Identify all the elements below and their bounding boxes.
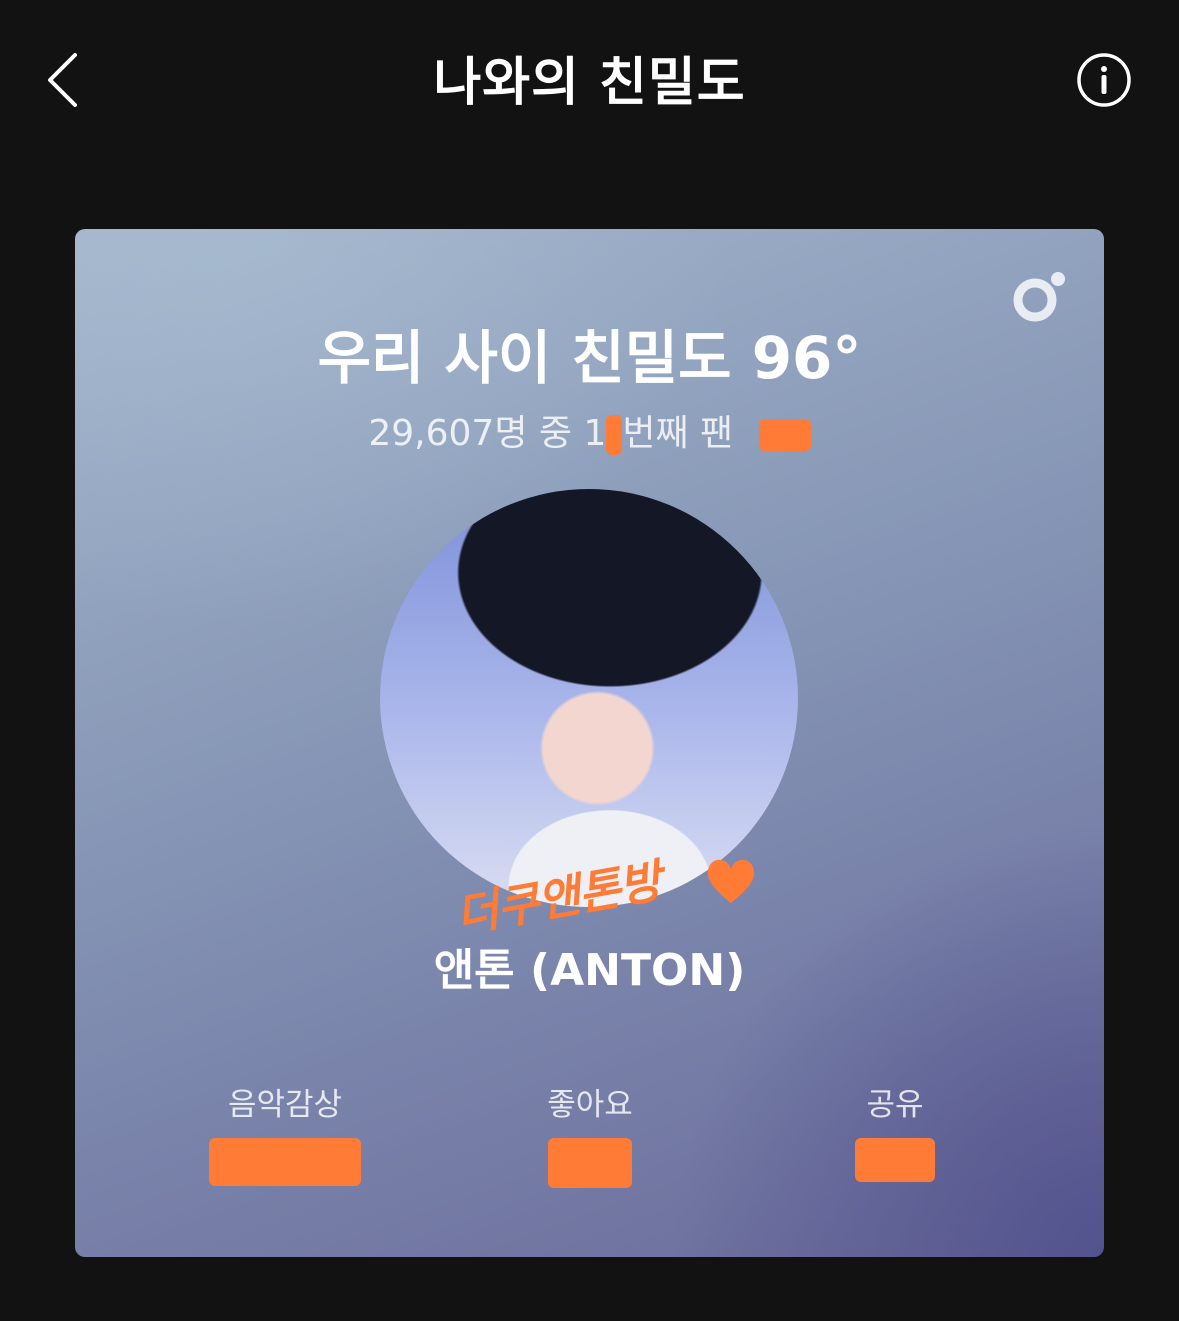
info-button[interactable] <box>1076 52 1132 108</box>
top-bar: 나와의 친밀도 <box>0 0 1179 160</box>
intimacy-card: 우리 사이 친밀도 96° 29,607명 중 1 번째 팬 더쿠앤톤방 앤톤 (… <box>75 229 1104 1257</box>
redaction-mark <box>606 415 623 455</box>
fan-rank-prefix: 29,607명 중 1 <box>368 413 607 454</box>
stats-row: 음악감상 좋아요 공유 <box>75 1079 1104 1189</box>
redaction-mark <box>855 1138 935 1182</box>
stat-value-redacted <box>775 1138 1015 1188</box>
stat-likes: 좋아요 <box>470 1079 710 1188</box>
redaction-mark <box>758 419 811 451</box>
redaction-mark <box>548 1138 632 1188</box>
stat-label: 음악감상 <box>227 1087 343 1123</box>
stat-value-redacted <box>165 1138 405 1188</box>
stat-label: 좋아요 <box>547 1087 633 1123</box>
redaction-mark <box>209 1138 361 1186</box>
fan-rank: 29,607명 중 1 번째 팬 <box>75 404 1104 456</box>
intimacy-headline: 우리 사이 친밀도 96° <box>317 324 862 392</box>
heart-icon <box>707 859 755 903</box>
page-title: 나와의 친밀도 <box>433 53 746 113</box>
artist-name: 앤톤 (ANTON) <box>433 945 746 996</box>
stat-label: 공유 <box>866 1087 924 1123</box>
fan-rank-suffix: 번째 팬 <box>622 413 734 454</box>
stat-shares: 공유 <box>775 1079 1015 1188</box>
stat-listening: 음악감상 <box>165 1079 405 1188</box>
info-icon <box>1077 53 1131 107</box>
stat-value-redacted <box>470 1138 710 1188</box>
